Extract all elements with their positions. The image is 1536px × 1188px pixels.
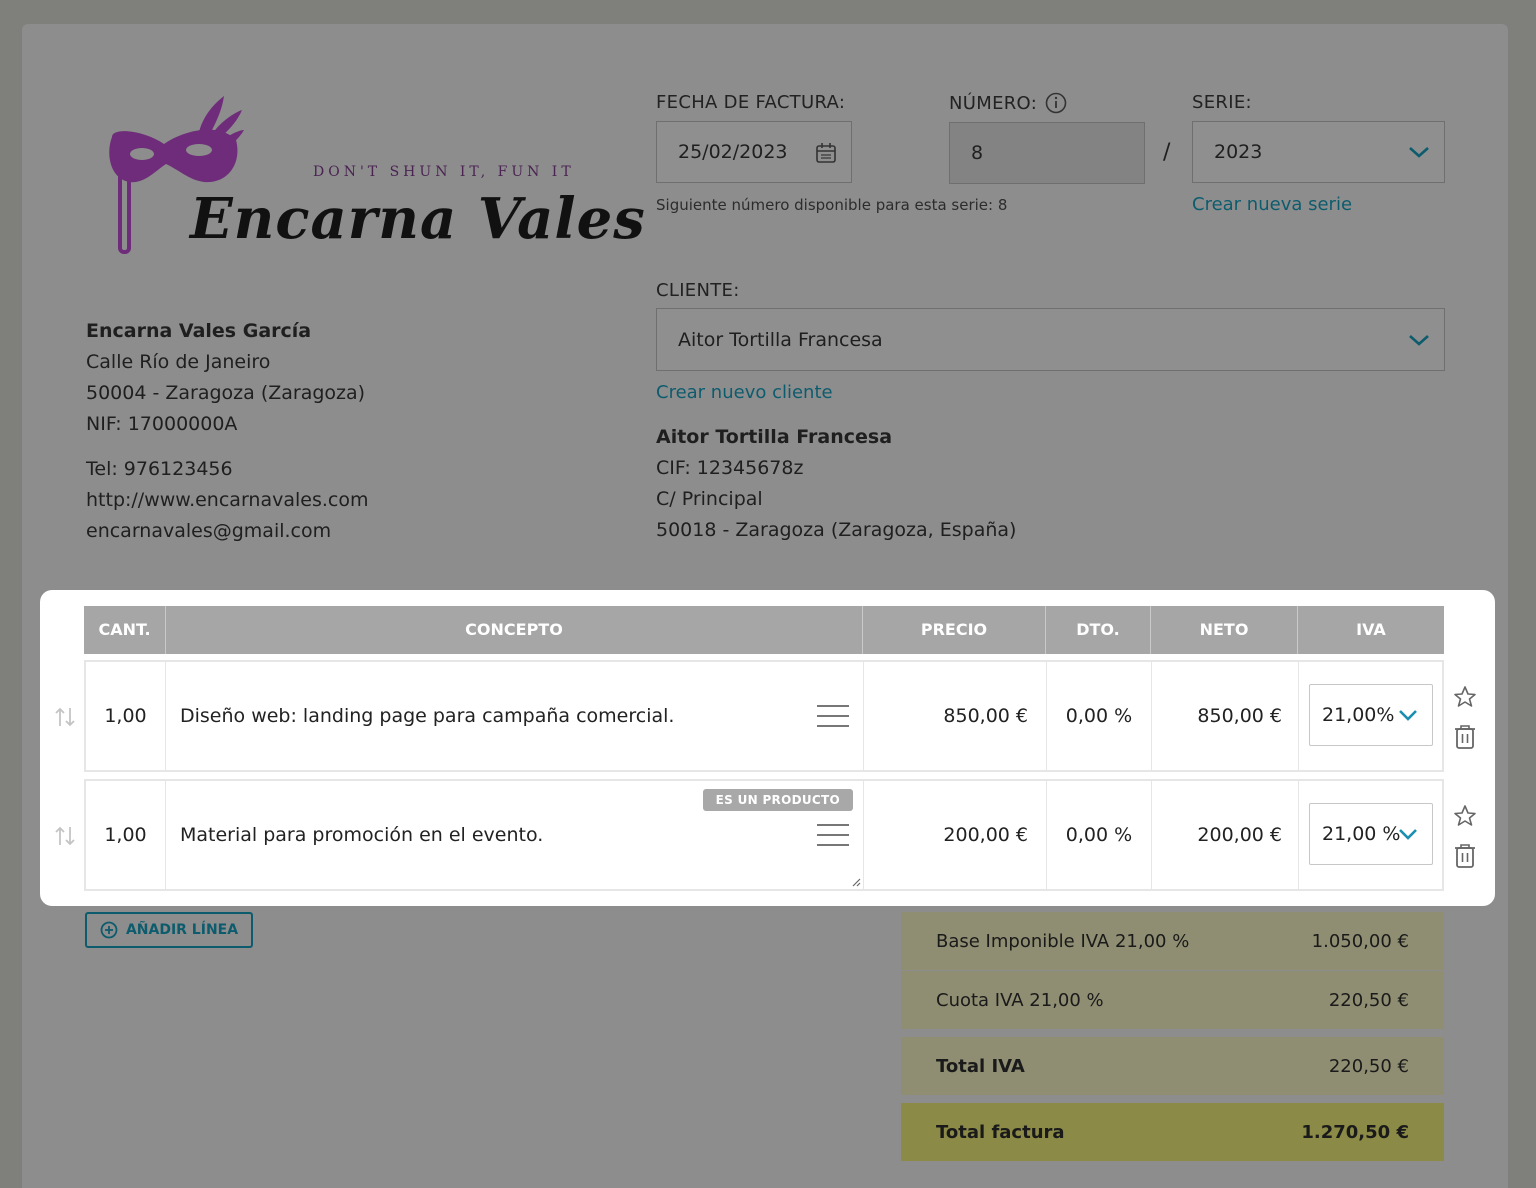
client-address: C/ Principal — [656, 488, 763, 510]
star-icon[interactable] — [1453, 804, 1477, 828]
client-select[interactable]: Aitor Tortilla Francesa — [656, 308, 1445, 371]
base-label: Base Imponible IVA 21,00 % — [936, 930, 1190, 952]
trash-icon[interactable] — [1453, 724, 1477, 750]
number-label: NÚMERO: — [949, 93, 1038, 114]
reorder-icon[interactable] — [53, 825, 77, 847]
price-cell[interactable]: 200,00 € — [863, 781, 1046, 889]
net-cell: 200,00 € — [1151, 781, 1298, 889]
date-value: 25/02/2023 — [678, 141, 788, 163]
series-value: 2023 — [1214, 141, 1263, 163]
company-web: http://www.encarnavales.com — [86, 489, 369, 511]
iva-cell: 21,00 % — [1298, 781, 1444, 889]
iva-cell: 21,00% — [1298, 662, 1444, 770]
iva-select[interactable]: 21,00% — [1309, 684, 1433, 746]
company-address: Calle Río de Janeiro — [86, 351, 271, 373]
add-line-button[interactable]: AÑADIR LÍNEA — [85, 912, 253, 948]
company-city: 50004 - Zaragoza (Zaragoza) — [86, 382, 366, 404]
chevron-down-icon — [1409, 334, 1429, 346]
chevron-down-icon — [1399, 710, 1417, 721]
reorder-icon[interactable] — [53, 706, 77, 728]
iva-value: 21,00% — [1322, 704, 1395, 726]
header-price: PRECIO — [862, 606, 1045, 654]
header-discount: DTO. — [1045, 606, 1150, 654]
concept-cell[interactable]: Diseño web: landing page para campaña co… — [165, 662, 863, 770]
company-name: Encarna Vales García — [86, 320, 312, 342]
table-row: 1,00 Diseño web: landing page para campa… — [84, 660, 1444, 772]
discount-cell[interactable]: 0,00 % — [1046, 662, 1151, 770]
number-separator: / — [1163, 140, 1171, 165]
totals-iva-row: Total IVA 220,50 € — [901, 1037, 1444, 1095]
totals-quota-row: Cuota IVA 21,00 % 220,50 € — [901, 971, 1444, 1029]
base-value: 1.050,00 € — [1311, 930, 1409, 952]
price-cell[interactable]: 850,00 € — [863, 662, 1046, 770]
totals-base-row: Base Imponible IVA 21,00 % 1.050,00 € — [901, 912, 1444, 970]
table-row: 1,00 Material para promoción en el event… — [84, 779, 1444, 891]
client-name: Aitor Tortilla Francesa — [656, 426, 893, 448]
client-cif: CIF: 12345678z — [656, 457, 804, 479]
totals-final-row: Total factura 1.270,50 € — [901, 1103, 1444, 1161]
date-label: FECHA DE FACTURA: — [656, 92, 846, 113]
company-email: encarnavales@gmail.com — [86, 520, 332, 542]
chevron-down-icon — [1409, 147, 1429, 158]
add-line-label: AÑADIR LÍNEA — [125, 922, 239, 938]
header-concept: CONCEPTO — [165, 606, 862, 654]
date-input[interactable]: 25/02/2023 — [656, 121, 852, 183]
header-net: NETO — [1150, 606, 1297, 654]
chevron-down-icon — [1399, 829, 1417, 840]
total-value: 1.270,50 € — [1301, 1121, 1409, 1143]
series-label: SERIE: — [1192, 92, 1252, 113]
header-qty: CANT. — [98, 620, 151, 639]
series-select[interactable]: 2023 — [1192, 121, 1445, 183]
new-series-link[interactable]: Crear nueva serie — [1192, 194, 1352, 215]
quota-value: 220,50 € — [1328, 989, 1409, 1011]
logo-name: Encarna Vales — [190, 186, 646, 252]
resize-handle-icon[interactable] — [851, 877, 861, 887]
client-city: 50018 - Zaragoza (Zaragoza, España) — [656, 519, 1017, 541]
client-label: CLIENTE: — [656, 280, 740, 301]
concept-cell[interactable]: Material para promoción en el evento. ES… — [165, 781, 863, 889]
header-iva: IVA — [1297, 606, 1444, 654]
star-icon[interactable] — [1453, 685, 1477, 709]
number-input[interactable]: 8 — [949, 122, 1145, 184]
company-nif: NIF: 17000000A — [86, 413, 238, 435]
next-number-hint: Siguiente número disponible para esta se… — [656, 196, 1008, 214]
concept-text: Diseño web: landing page para campaña co… — [180, 705, 675, 727]
iva-select[interactable]: 21,00 % — [1309, 803, 1433, 865]
number-value: 8 — [971, 142, 984, 164]
qty-cell[interactable]: 1,00 — [86, 662, 165, 770]
info-icon[interactable] — [1045, 92, 1067, 114]
company-tel: Tel: 976123456 — [86, 458, 233, 480]
iva-value: 21,00 % — [1322, 823, 1401, 845]
logo-tagline: DON'T SHUN IT, FUN IT — [313, 164, 575, 180]
qty-cell[interactable]: 1,00 — [86, 781, 165, 889]
net-cell: 850,00 € — [1151, 662, 1298, 770]
total-iva-label: Total IVA — [936, 1055, 1025, 1077]
total-iva-value: 220,50 € — [1328, 1055, 1409, 1077]
menu-icon[interactable] — [817, 823, 849, 847]
product-badge: ES UN PRODUCTO — [702, 789, 853, 811]
concept-text: Material para promoción en el evento. — [180, 824, 544, 846]
total-label: Total factura — [936, 1121, 1065, 1143]
new-client-link[interactable]: Crear nuevo cliente — [656, 382, 833, 403]
client-selected: Aitor Tortilla Francesa — [678, 328, 883, 351]
table-header: CANT. CONCEPTO PRECIO DTO. NETO IVA — [84, 606, 1444, 654]
discount-cell[interactable]: 0,00 % — [1046, 781, 1151, 889]
calendar-icon[interactable] — [815, 142, 837, 164]
trash-icon[interactable] — [1453, 843, 1477, 869]
plus-circle-icon — [100, 921, 118, 939]
invoice-lines-card: CANT. CONCEPTO PRECIO DTO. NETO IVA 1,00… — [40, 590, 1495, 906]
quota-label: Cuota IVA 21,00 % — [936, 989, 1104, 1011]
menu-icon[interactable] — [817, 704, 849, 728]
